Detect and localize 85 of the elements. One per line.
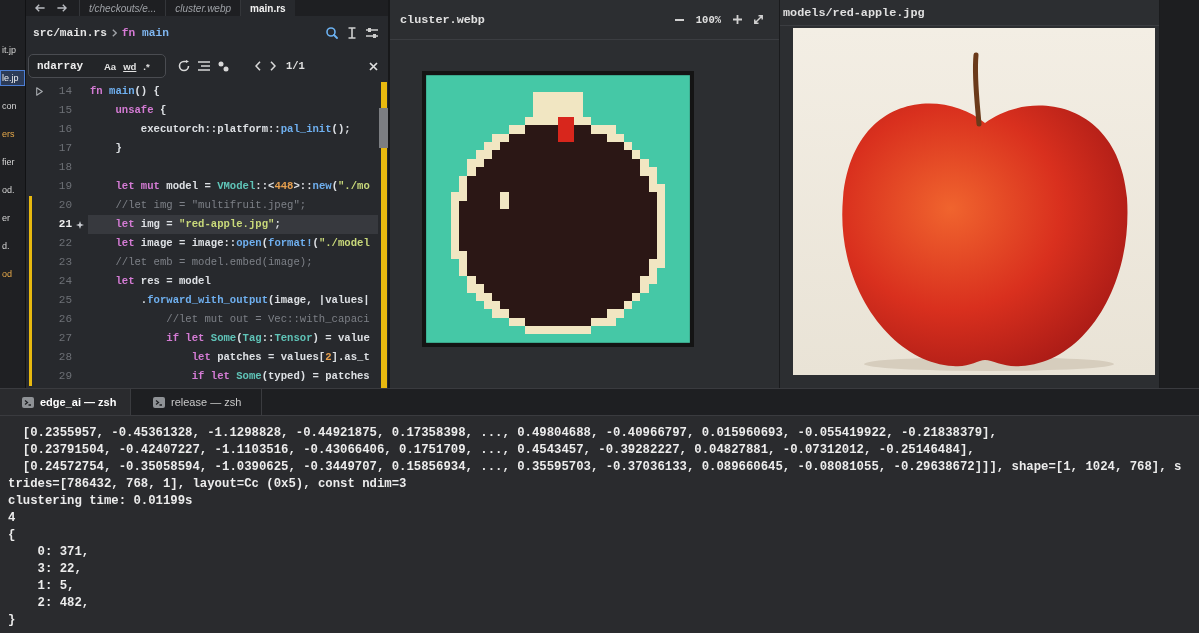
terminal-icon — [153, 396, 165, 408]
back-arrow-icon[interactable] — [35, 4, 45, 12]
image-title: models/red-apple.jpg — [783, 5, 925, 20]
file-item[interactable]: le.jp — [0, 70, 25, 86]
line-number: 28 — [57, 350, 72, 365]
line-number: 23 — [57, 255, 72, 270]
terminal-line: [0.23791504, -0.42407227, -1.1103516, -0.43066406, 0.1751709, ..., 0.4543457, -0.39282227, 0.04827881, -0.07312012, -0.25146484], — [21, 443, 976, 459]
match-count: 1/1 — [286, 60, 305, 72]
circular-arrow-icon[interactable] — [178, 60, 190, 72]
chevron-right-icon[interactable] — [270, 61, 276, 71]
code-line: let patches = values[2].as_t — [190, 350, 371, 365]
line-number: 18 — [57, 160, 72, 175]
chevron-right-icon — [111, 29, 117, 37]
line-number: 16 — [57, 122, 72, 137]
line-number: 21 — [57, 217, 72, 232]
line-number: 29 — [57, 369, 72, 384]
dots-icon[interactable] — [218, 60, 229, 72]
line-number: 26 — [57, 312, 72, 327]
terminal-line: 3: 22, — [36, 562, 83, 578]
terminal-line: 1: 5, — [36, 579, 76, 595]
line-number: 14 — [57, 84, 72, 99]
code-line: unsafe { — [114, 103, 168, 118]
chevron-left-icon[interactable] — [255, 61, 261, 71]
code-line: if let Some(Tag::Tensor) = value — [165, 331, 371, 346]
file-item[interactable]: er — [0, 210, 25, 226]
terminal-line: [0.2355957, -0.45361328, -1.1298828, -0.44921875, 0.17358398, ..., 0.49804688, -0.40966797, 0.015960693, -0.055419922, -0.21838379], — [21, 426, 998, 442]
code-line: .forward_with_output(image, |values| — [139, 293, 371, 308]
terminal-line: 0: 371, — [36, 545, 91, 561]
code-line: fn main() { — [89, 84, 161, 99]
search-field[interactable]: ndarray Aa wd .* — [28, 54, 166, 78]
play-icon[interactable] — [35, 87, 43, 96]
code-line: let image = image::open(format!("./model — [114, 236, 371, 251]
file-item[interactable]: od. — [0, 182, 25, 198]
code-line: executorch::platform::pal_init(); — [139, 122, 352, 137]
line-number: 15 — [57, 103, 72, 118]
close-icon[interactable] — [369, 61, 378, 71]
code-line: let mut model = VModel::<448>::new("./mo — [114, 179, 371, 194]
line-number: 20 — [57, 198, 72, 213]
file-item[interactable]: od — [0, 266, 25, 282]
breadcrumb-symbol[interactable]: fn main — [121, 27, 169, 39]
code-line: } — [114, 141, 123, 156]
terminal-icon — [22, 396, 34, 408]
line-number: 25 — [57, 293, 72, 308]
terminal-line: 4 — [8, 511, 17, 527]
breadcrumb-path[interactable]: src/main.rs — [33, 27, 107, 39]
zoom-level: 100% — [695, 13, 721, 26]
text-cursor-icon[interactable] — [348, 27, 356, 39]
expand-icon[interactable] — [754, 15, 763, 24]
file-item[interactable]: fier — [0, 154, 25, 170]
code-line: //let mut out = Vec::with_capaci — [165, 312, 371, 327]
list-icon[interactable] — [198, 61, 210, 71]
scrollbar-thumb[interactable] — [379, 108, 388, 148]
image-title: cluster.webp — [400, 12, 485, 27]
file-item[interactable]: d. — [0, 238, 25, 254]
terminal-line: clustering time: 0.01199s — [8, 494, 194, 510]
line-number: 19 — [57, 179, 72, 194]
editor-tab[interactable]: main.rs — [240, 0, 295, 16]
sparkle-icon — [76, 220, 84, 229]
search-option-toggle[interactable]: Aa — [102, 59, 119, 73]
line-number: 27 — [57, 331, 72, 346]
code-line: let res = model — [114, 274, 212, 289]
terminal-line: 2: 482, — [36, 596, 91, 612]
code-line: if let Some(typed) = patches — [190, 369, 371, 384]
terminal-line: { — [8, 528, 17, 544]
search-option-toggle[interactable]: wd — [121, 59, 139, 73]
forward-arrow-icon[interactable] — [57, 4, 67, 12]
terminal-line: } — [8, 613, 17, 629]
line-number: 22 — [57, 236, 72, 251]
search-option-toggle[interactable]: .* — [141, 59, 152, 73]
code-line: //let img = "multifruit.jpeg"; — [114, 198, 308, 213]
terminal-tab[interactable]: edge_ai — zsh — [0, 389, 131, 415]
editor-tab[interactable]: t/checkouts/e... — [79, 0, 166, 16]
terminal-line: trides=[786432, 768, 1], layout=Cc (0x5), const ndim=3 — [8, 477, 408, 493]
terminal-line: [0.24572754, -0.35058594, -1.0390625, -0.3449707, 0.15856934, ..., 0.35595703, -0.37036133, 0.089660645, -0.08081055, -0.29638672]]], shape=[1, 1024, 768], s — [21, 460, 1183, 476]
file-item[interactable]: con — [0, 98, 25, 114]
minus-icon[interactable] — [674, 18, 684, 21]
line-number: 17 — [57, 141, 72, 156]
line-number: 24 — [57, 274, 72, 289]
file-item[interactable]: ers — [0, 126, 25, 142]
code-line: //let emb = model.embed(image); — [114, 255, 314, 270]
plus-icon[interactable] — [733, 15, 742, 24]
sliders-icon[interactable] — [366, 27, 378, 39]
search-icon[interactable] — [326, 27, 338, 39]
terminal-tab[interactable]: release — zsh — [131, 389, 262, 415]
file-item[interactable]: it.jp — [0, 42, 25, 58]
